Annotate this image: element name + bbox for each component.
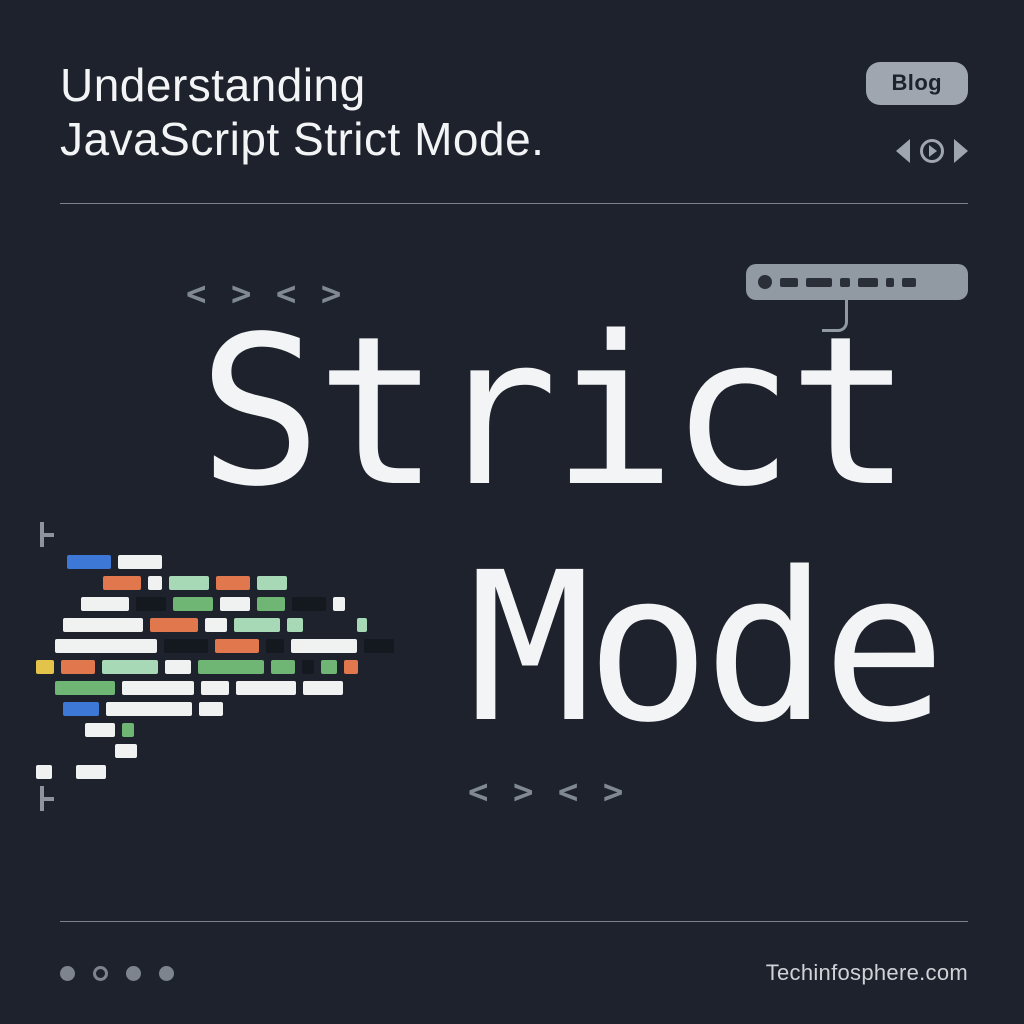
code-token (59, 765, 69, 779)
code-token (61, 660, 95, 674)
code-snippet-art (36, 526, 446, 808)
code-token (291, 639, 357, 653)
code-token (310, 618, 350, 632)
code-token (266, 639, 284, 653)
code-token (36, 555, 60, 569)
dot-icon[interactable] (93, 966, 108, 981)
code-token (63, 702, 99, 716)
code-token (122, 723, 134, 737)
code-row (36, 618, 446, 632)
code-token (67, 555, 111, 569)
page-title: Understanding JavaScript Strict Mode. (60, 58, 544, 167)
code-token (199, 702, 223, 716)
code-token (333, 597, 345, 611)
code-token (150, 618, 198, 632)
code-token (164, 639, 208, 653)
code-token (364, 639, 394, 653)
header-row: Understanding JavaScript Strict Mode. Bl… (60, 58, 968, 167)
code-token (36, 639, 48, 653)
code-token (220, 597, 250, 611)
code-token (36, 702, 56, 716)
divider-bottom (60, 921, 968, 922)
code-token (344, 660, 358, 674)
code-token (63, 618, 143, 632)
code-token (36, 744, 108, 758)
pagination-dots (60, 966, 174, 981)
brand-label[interactable]: Techinfosphere.com (766, 960, 968, 986)
code-row (36, 576, 446, 590)
code-token (148, 576, 162, 590)
hero-word-mode: Mode (468, 528, 940, 768)
code-token (106, 702, 192, 716)
code-token (118, 555, 162, 569)
hero-word-strict: Strict (198, 292, 906, 532)
code-token (303, 681, 343, 695)
code-token (257, 576, 287, 590)
code-token (55, 639, 157, 653)
code-row (36, 639, 446, 653)
title-line-1: Understanding (60, 59, 366, 111)
code-token (115, 744, 137, 758)
title-line-2: JavaScript Strict Mode. (60, 113, 544, 165)
dot-icon[interactable] (126, 966, 141, 981)
code-token (357, 618, 367, 632)
code-token (36, 576, 96, 590)
angle-brackets-icon: < > < > (468, 772, 625, 812)
code-token (165, 660, 191, 674)
code-row (36, 555, 446, 569)
dot-icon[interactable] (159, 966, 174, 981)
code-token (234, 618, 280, 632)
divider-top (60, 203, 968, 204)
code-token (76, 765, 106, 779)
code-token (36, 660, 54, 674)
code-row (36, 681, 446, 695)
footer-row: Techinfosphere.com (60, 960, 968, 986)
next-icon[interactable] (954, 139, 968, 163)
code-token (257, 597, 285, 611)
code-row (36, 597, 446, 611)
bracket-glyph-icon (40, 786, 44, 811)
code-token (81, 597, 129, 611)
hero-art: < > < > Strict Mode < > < > (60, 228, 968, 868)
code-row (36, 765, 446, 779)
code-token (321, 660, 337, 674)
code-token (36, 765, 52, 779)
code-token (287, 618, 303, 632)
code-token (205, 618, 227, 632)
code-token (36, 723, 78, 737)
code-token (85, 723, 115, 737)
prev-icon[interactable] (896, 139, 910, 163)
header-right: Blog (866, 58, 968, 163)
category-pill[interactable]: Blog (866, 62, 968, 105)
code-row (36, 744, 446, 758)
code-token (236, 681, 296, 695)
code-token (122, 681, 194, 695)
code-token (271, 660, 295, 674)
code-token (36, 618, 56, 632)
code-token (55, 681, 115, 695)
code-token (215, 639, 259, 653)
code-token (198, 660, 264, 674)
code-token (216, 576, 250, 590)
code-token (36, 681, 48, 695)
code-token (103, 576, 141, 590)
code-token (302, 660, 314, 674)
code-token (173, 597, 213, 611)
code-token (292, 597, 326, 611)
play-icon[interactable] (920, 139, 944, 163)
media-controls (896, 139, 968, 163)
code-token (169, 576, 209, 590)
code-row (36, 723, 446, 737)
code-token (36, 597, 74, 611)
code-token (201, 681, 229, 695)
blog-hero-card: Understanding JavaScript Strict Mode. Bl… (0, 0, 1024, 1024)
code-token (136, 597, 166, 611)
dot-icon[interactable] (60, 966, 75, 981)
bracket-glyph-icon (40, 522, 44, 547)
code-token (102, 660, 158, 674)
code-row (36, 702, 446, 716)
code-row (36, 660, 446, 674)
